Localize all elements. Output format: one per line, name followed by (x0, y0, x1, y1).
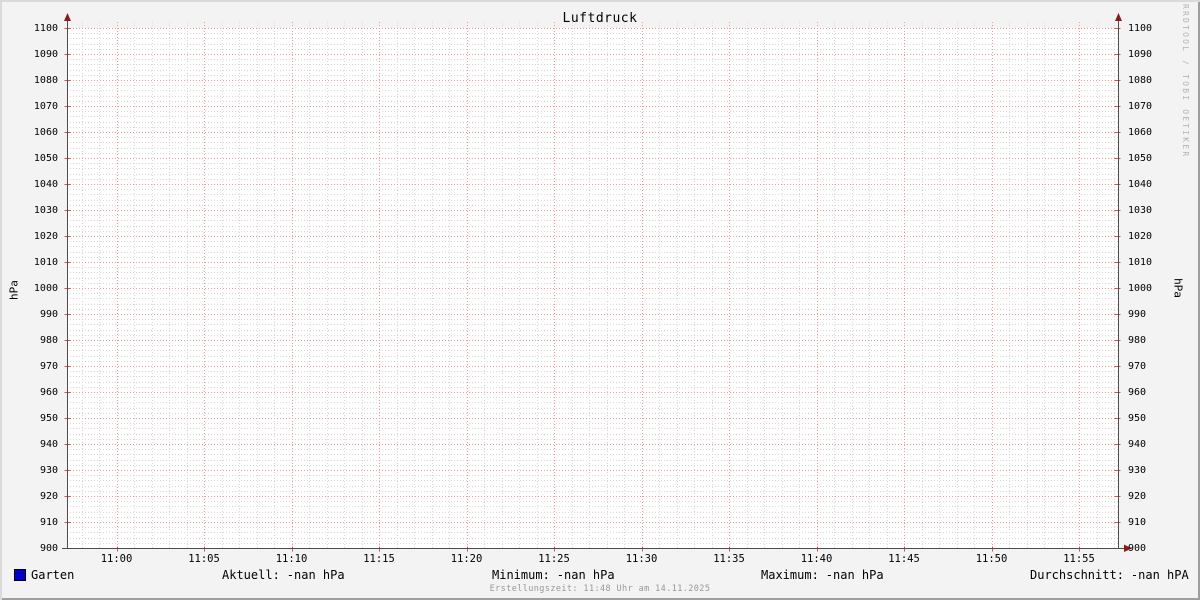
chart-grid-and-axes (62, 13, 1132, 552)
x-tick-label: 11:10 (275, 553, 308, 565)
x-tick-label: 11:25 (538, 553, 570, 565)
x-tick-label: 11:40 (800, 553, 833, 565)
y-tick-label: 1040 (33, 179, 58, 190)
stat-maximum: Maximum: -nan hPa (761, 568, 884, 582)
y-tick-label: 1050 (1128, 153, 1153, 164)
stat-minimum: Minimum: -nan hPa (492, 568, 615, 582)
legend-series-label: Garten (31, 568, 75, 582)
y-tick-label: 1030 (33, 205, 58, 216)
y-tick-label: 970 (1128, 361, 1147, 372)
y-tick-label: 970 (39, 361, 58, 372)
y-tick-label: 1030 (1128, 205, 1153, 216)
y-tick-label: 1100 (1128, 23, 1153, 34)
y-tick-label: 960 (39, 387, 58, 398)
y-tick-label: 1090 (33, 49, 58, 60)
stat-durchschnitt-label: Durchschnitt: (1030, 568, 1124, 582)
stat-aktuell-label: Aktuell: (222, 568, 280, 582)
legend-color-swatch (14, 569, 26, 581)
y-tick-label: 960 (1128, 387, 1147, 398)
stat-maximum-value: -nan hPa (825, 568, 884, 582)
x-tick-label: 11:05 (188, 553, 220, 565)
x-tick-label: 11:35 (713, 553, 745, 565)
x-tick-label: 11:20 (450, 553, 483, 565)
y-tick-label: 1060 (1128, 127, 1153, 138)
y-axis-unit-label-right: hPa (1171, 278, 1185, 298)
y-tick-label: 1020 (33, 231, 58, 242)
y-tick-label: 930 (39, 465, 58, 476)
y-tick-label: 940 (1128, 439, 1147, 450)
y-tick-label: 1070 (1128, 101, 1153, 112)
y-tick-label: 930 (1128, 465, 1147, 476)
y-tick-label: 1010 (33, 257, 58, 268)
y-tick-label: 950 (1128, 413, 1147, 424)
x-tick-label: 11:55 (1063, 553, 1095, 565)
stat-maximum-label: Maximum: (761, 568, 819, 582)
stat-minimum-label: Minimum: (492, 568, 550, 582)
y-tick-label: 990 (1128, 309, 1147, 320)
x-tick-label: 11:45 (888, 553, 920, 565)
y-tick-label: 1090 (1128, 49, 1153, 60)
y-tick-label: 1000 (33, 283, 58, 294)
y-tick-label: 1080 (1128, 75, 1153, 86)
y-tick-label: 910 (39, 517, 58, 528)
y-tick-label: 920 (39, 491, 58, 502)
stat-durchschnitt-value: -nan hPA (1130, 568, 1189, 582)
rrdtool-chart: Luftdruck 900 910 920 930 940 950 960 970 980 990… (0, 0, 1200, 600)
y-tick-label: 920 (1128, 491, 1147, 502)
stat-aktuell: Aktuell: -nan hPa (222, 568, 345, 582)
y-tick-label: 900 (39, 543, 58, 554)
y-tick-label: 1080 (33, 75, 58, 86)
y-tick-label: 950 (39, 413, 58, 424)
stat-aktuell-value: -nan hPa (286, 568, 345, 582)
y-tick-label: 1100 (33, 23, 58, 34)
y-tick-label: 1040 (1128, 179, 1153, 190)
x-tick-label: 11:50 (975, 553, 1008, 565)
y-tick-label: 980 (1128, 335, 1147, 346)
x-tick-label: 11:30 (625, 553, 658, 565)
y-axis-unit-label-left: hPa (7, 280, 21, 300)
y-tick-label: 980 (39, 335, 58, 346)
y-tick-label: 940 (39, 439, 58, 450)
y-tick-label: 900 (1128, 543, 1147, 554)
x-tick-label: 11:15 (363, 553, 395, 565)
y-tick-label: 990 (39, 309, 58, 320)
stat-minimum-value: -nan hPa (556, 568, 615, 582)
rrdtool-watermark: RRDTOOL / TOBI OETIKER (1181, 4, 1190, 159)
generation-timestamp: Erstellungszeit: 11:48 Uhr am 14.11.2025 (489, 584, 711, 594)
x-tick-label: 11:00 (100, 553, 133, 565)
y-tick-label: 1060 (33, 127, 58, 138)
y-tick-label: 1070 (33, 101, 58, 112)
y-tick-label: 1020 (1128, 231, 1153, 242)
y-tick-label: 1050 (33, 153, 58, 164)
stat-durchschnitt: Durchschnitt: -nan hPA (1030, 568, 1189, 582)
y-tick-label: 1010 (1128, 257, 1153, 268)
y-tick-label: 910 (1128, 517, 1147, 528)
y-tick-label: 1000 (1128, 283, 1153, 294)
